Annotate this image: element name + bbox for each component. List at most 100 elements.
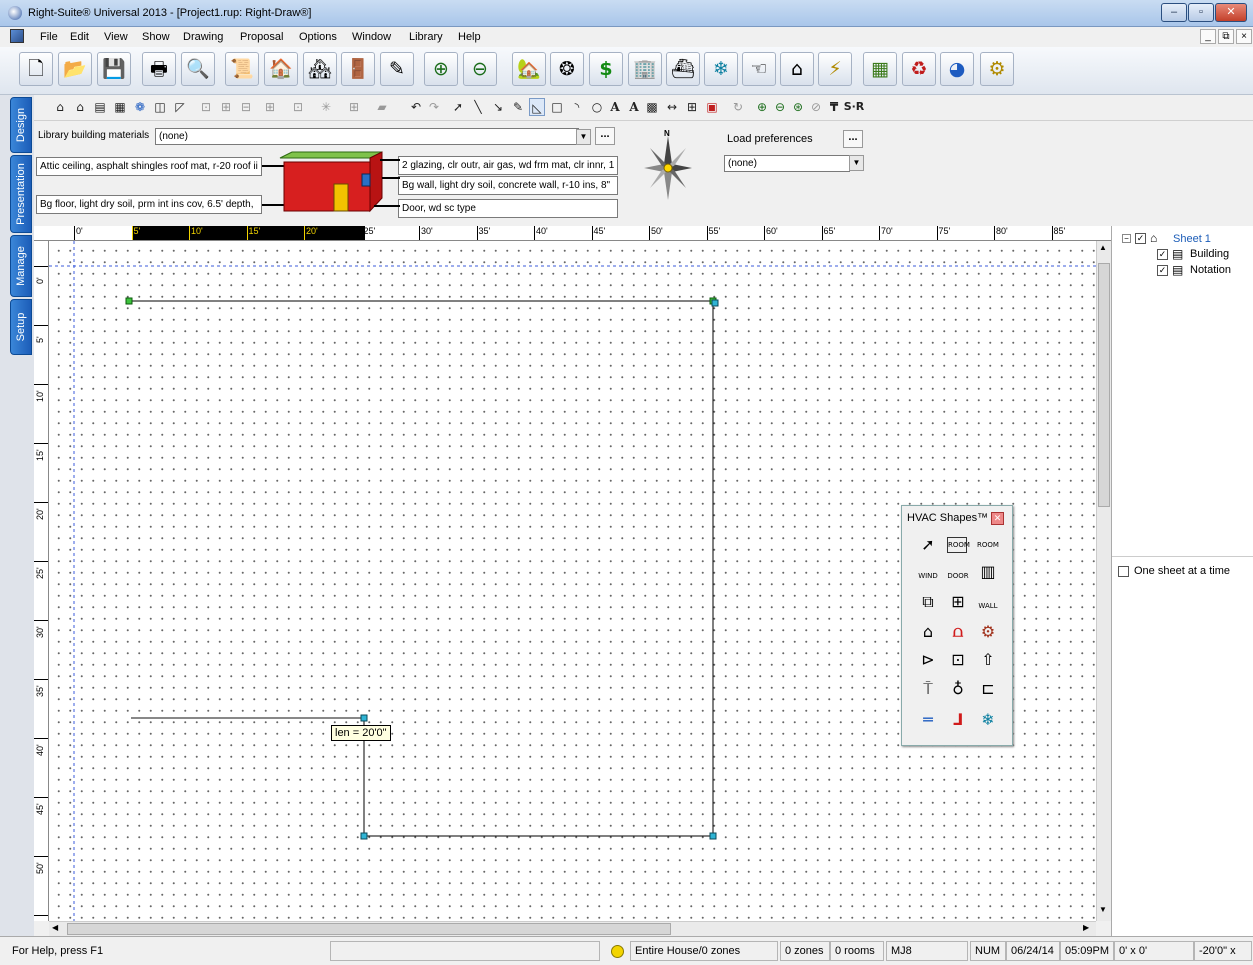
print-icon[interactable]: 🖶 [142,52,176,86]
menu-show[interactable]: Show [142,31,170,43]
save-disk-icon[interactable]: 💾 [97,52,131,86]
tree-building-label[interactable]: Building [1190,248,1229,260]
order-tool-icon[interactable]: ▰ [374,98,390,116]
minimize-button[interactable]: – [1161,3,1187,22]
new-project-icon[interactable]: 🗋 [19,52,53,86]
undo-icon[interactable]: ↶ [408,98,424,116]
room-icon[interactable]: ROOM [947,537,970,553]
menu-edit[interactable]: Edit [70,31,89,43]
return-icon[interactable]: ⊡ [947,649,969,671]
text-style-icon[interactable]: A [626,98,642,116]
ellipse-tool-icon[interactable]: ○ [589,98,605,116]
select-arrow-icon[interactable]: ➚ [450,98,466,116]
scroll-down-icon[interactable]: ▼ [1099,905,1107,914]
scroll-up-icon[interactable]: ▲ [1099,243,1107,252]
wall-icon[interactable]: WALL [977,591,999,613]
redo-icon[interactable]: ↷ [426,98,442,116]
dollar-house-icon[interactable]: ⌂ [780,52,814,86]
zoom-in-small-icon[interactable]: ⊕ [754,98,770,116]
print-preview-icon[interactable]: 🔍 [181,52,215,86]
draw-icon[interactable]: ✎ [380,52,414,86]
menu-help[interactable]: Help [458,31,481,43]
house-tool-icon[interactable]: ⌂ [52,98,68,116]
snap-tool-icon[interactable]: ₸ [826,98,842,116]
wall-field[interactable]: Bg wall, light dry soil, concrete wall, … [398,176,618,195]
arrow-select-icon[interactable]: ➚ [917,534,939,556]
menu-file[interactable]: File [40,31,58,43]
mdi-restore-button[interactable]: ⧉ [1218,29,1234,44]
floor-field[interactable]: Bg floor, light dry soil, prm int ins co… [36,195,262,214]
notation-checkbox[interactable]: ✓ [1157,265,1168,276]
library-chevron-down-icon[interactable]: ▼ [576,129,591,145]
image-tool-icon[interactable]: ▩ [644,98,660,116]
duct-icon[interactable]: ❂ [550,52,584,86]
dimension-tool-icon[interactable]: ↔ [664,98,680,116]
close-button[interactable]: ✕ [1215,3,1247,22]
door-icon[interactable]: DOOR [947,561,969,583]
valve-icon[interactable]: ♁ [947,678,969,700]
wall-hatch-icon[interactable]: ▥ [977,561,999,583]
compass-rose-icon[interactable] [644,136,692,200]
room-tool-icon[interactable]: ▤ [92,98,108,116]
building-fire-icon[interactable]: 🏢 [628,52,662,86]
pipe-icon[interactable]: ⅃ [947,709,969,731]
scroll-left-icon[interactable]: ◀ [52,923,58,932]
table-tool-icon[interactable]: ⊞ [684,98,700,116]
menu-drawing[interactable]: Drawing [183,31,223,43]
dollar-icon[interactable]: $ [589,52,623,86]
tree-notation-label[interactable]: Notation [1190,264,1231,276]
grid-icon[interactable]: ⊞ [947,591,969,613]
zoom-prev-icon[interactable]: ⊘ [808,98,824,116]
menu-proposal[interactable]: Proposal [240,31,283,43]
door-report-icon[interactable]: 🚪 [341,52,375,86]
horizontal-scrollbar[interactable]: ◀ ▶ [49,921,1096,936]
tab-design[interactable]: Design [10,97,32,153]
grid-tool-icon[interactable]: ▦ [112,98,128,116]
hvac-palette-close-button[interactable]: ✕ [991,512,1004,525]
maximize-button[interactable]: ▫ [1188,3,1214,22]
horizontal-scroll-thumb[interactable] [67,923,671,935]
furnace-icon[interactable]: ⌂ [917,621,939,643]
scroll-right-icon[interactable]: ▶ [1083,923,1089,932]
load-preferences-select[interactable]: (none) [724,155,850,172]
document-icon[interactable] [10,29,24,43]
mdi-minimize-button[interactable]: _ [1200,29,1216,44]
tree-collapse-icon[interactable]: − [1122,234,1131,243]
menu-options[interactable]: Options [299,31,337,43]
arc-tool-icon[interactable]: ◝ [569,98,585,116]
rotate-tool-icon[interactable]: ✳ [318,98,334,116]
align-tool-icon[interactable]: ⊡ [198,98,214,116]
zoom-fit-icon[interactable]: ⊛ [790,98,806,116]
one-sheet-checkbox[interactable] [1118,566,1129,577]
heater-coil-icon[interactable]: ⩍ [947,621,969,643]
hand-icon[interactable]: ☜ [742,52,776,86]
damper-icon[interactable]: ⊏ [977,678,999,700]
duct-tool-icon[interactable]: ❁ [132,98,148,116]
open-folder-icon[interactable]: 📂 [58,52,92,86]
ship-icon[interactable]: ⛴ [666,52,700,86]
line-tool-icon[interactable]: ╲ [470,98,486,116]
room-stack-icon[interactable]: ROOM [977,534,999,556]
house-colors-icon[interactable]: 🏠 [264,52,298,86]
library-browse-button[interactable]: ... [595,127,615,145]
building-checkbox[interactable]: ✓ [1157,249,1168,260]
refresh-icon[interactable]: ↻ [730,98,746,116]
baseboard-icon[interactable]: ═ [917,709,939,731]
house-load-icon[interactable]: 🏡 [512,52,546,86]
ungroup-tool-icon[interactable]: ⊟ [238,98,254,116]
house-search-icon[interactable]: 🏘 [303,52,337,86]
box-3d-icon[interactable]: ⧉ [917,591,939,613]
menu-view[interactable]: View [104,31,128,43]
menu-window[interactable]: Window [352,31,391,43]
window-tool-icon[interactable]: ◸ [172,98,188,116]
up-arrow-icon[interactable]: ⇧ [977,649,999,671]
tab-setup[interactable]: Setup [10,299,32,355]
tab-presentation[interactable]: Presentation [10,155,32,233]
tree-sheet-label[interactable]: Sheet 1 [1173,233,1211,245]
mdi-close-button[interactable]: × [1236,29,1252,44]
door-field[interactable]: Door, wd sc type [398,199,618,218]
snowflake-icon[interactable]: ❄ [977,709,999,731]
recycle-icon[interactable]: ♻ [902,52,936,86]
fan-icon[interactable]: ⍑ [917,678,939,700]
ceiling-field[interactable]: Attic ceiling, asphalt shingles roof mat… [36,157,262,176]
